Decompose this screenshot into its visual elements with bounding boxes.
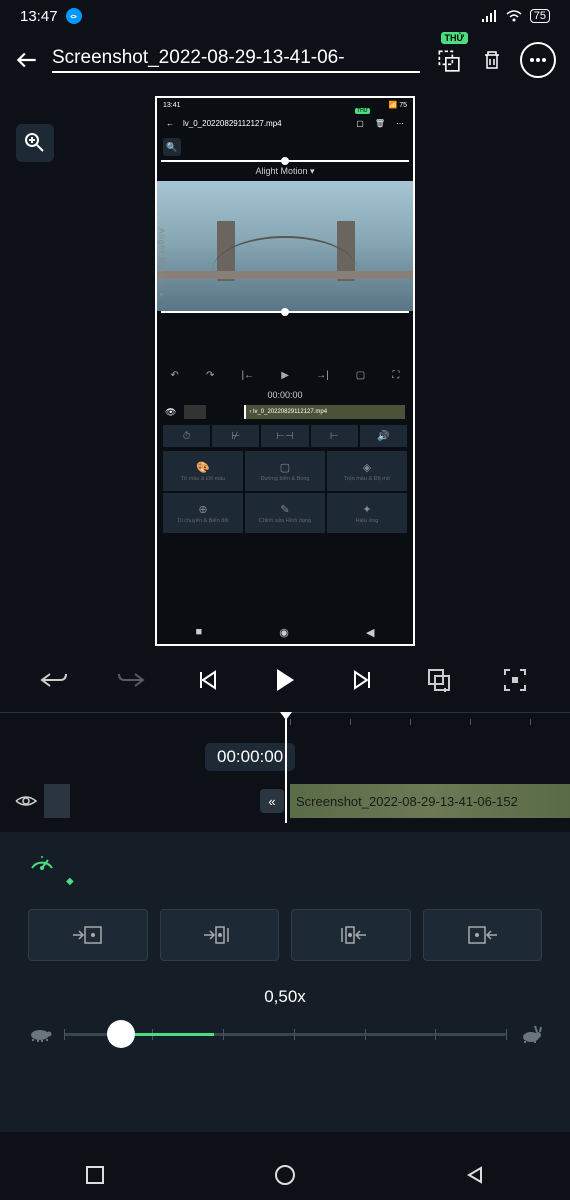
- undo-button[interactable]: [36, 662, 72, 698]
- system-nav-bar: [0, 1150, 570, 1200]
- video-thumbnail: [157, 181, 413, 311]
- more-button[interactable]: [520, 42, 556, 78]
- visibility-toggle[interactable]: [14, 793, 38, 809]
- home-button[interactable]: [274, 1164, 296, 1186]
- speed-icon: [28, 850, 542, 872]
- rabbit-icon: [518, 1025, 542, 1043]
- speed-slider[interactable]: [64, 1033, 506, 1036]
- inner-tools: ⏱ ⊬ ⊢⊣ ⊢ 🔊: [157, 421, 413, 451]
- delete-button[interactable]: [476, 44, 508, 76]
- status-time: 13:47: [20, 8, 58, 25]
- track-thumbnail[interactable]: [44, 784, 70, 818]
- play-button[interactable]: [267, 662, 303, 698]
- split-left-button[interactable]: [160, 909, 280, 961]
- preview-area: 13:41 📶 75 ← lv_0_20220829112127.mp4 ▢ 🗑…: [0, 88, 570, 648]
- filename-field[interactable]: Screenshot_2022-08-29-13-41-06-: [52, 47, 420, 73]
- layers-button[interactable]: [421, 662, 457, 698]
- inner-playback-controls: ↶↷|←▶→|▢⛶: [157, 363, 413, 387]
- inner-toolbar: ← lv_0_20220829112127.mp4 ▢ 🗑 ⋯: [157, 112, 413, 134]
- split-right-button[interactable]: [291, 909, 411, 961]
- inner-timestamp: 00:00:00: [157, 387, 413, 403]
- status-bar: 13:47 75: [0, 0, 570, 32]
- recent-apps-button[interactable]: [84, 1164, 106, 1186]
- current-timestamp: 00:00:00: [205, 743, 295, 771]
- turtle-icon: [28, 1026, 52, 1042]
- zoom-button[interactable]: [16, 124, 54, 162]
- crop-button[interactable]: THỬ: [432, 44, 464, 76]
- skip-end-button[interactable]: [344, 662, 380, 698]
- skip-start-button[interactable]: [190, 662, 226, 698]
- wifi-icon: [506, 10, 522, 22]
- signal-icon: [482, 10, 498, 22]
- redo-button[interactable]: [113, 662, 149, 698]
- thu-badge: THỬ: [441, 32, 468, 44]
- back-nav-button[interactable]: [464, 1164, 486, 1186]
- trim-out-button[interactable]: [423, 909, 543, 961]
- speed-marker: ◆: [66, 876, 542, 887]
- back-button[interactable]: [14, 47, 40, 73]
- speed-panel: ◆ 0,50x: [0, 832, 570, 1132]
- inner-zoom-icon: 🔍: [163, 138, 181, 156]
- app-indicator-icon: [66, 8, 82, 24]
- inner-track: 👁 ‹ lv_0_20220829112127.mp4: [157, 403, 413, 421]
- timeline-clip[interactable]: Screenshot_2022-08-29-13-41-06-152: [290, 784, 570, 818]
- inner-panels: 🎨Tô màu & Đổ màu ▢Đường biên & Bóng ◈Trộ…: [157, 451, 413, 533]
- inner-nav: ■◉◀: [157, 620, 413, 644]
- timeline[interactable]: 00:00:00 « Screenshot_2022-08-29-13-41-0…: [0, 712, 570, 822]
- scroll-back-button[interactable]: «: [260, 789, 284, 813]
- fullscreen-button[interactable]: [497, 662, 533, 698]
- top-toolbar: Screenshot_2022-08-29-13-41-06- THỬ: [0, 32, 570, 88]
- preview-frame[interactable]: 13:41 📶 75 ← lv_0_20220829112127.mp4 ▢ 🗑…: [155, 96, 415, 646]
- trim-in-button[interactable]: [28, 909, 148, 961]
- speed-value: 0,50x: [28, 987, 542, 1007]
- playback-controls: [0, 648, 570, 712]
- inner-status-bar: 13:41 📶 75: [157, 98, 413, 112]
- watermark: Alight Motion ▾: [157, 228, 166, 300]
- battery-icon: 75: [530, 9, 550, 23]
- slider-thumb[interactable]: [107, 1020, 135, 1048]
